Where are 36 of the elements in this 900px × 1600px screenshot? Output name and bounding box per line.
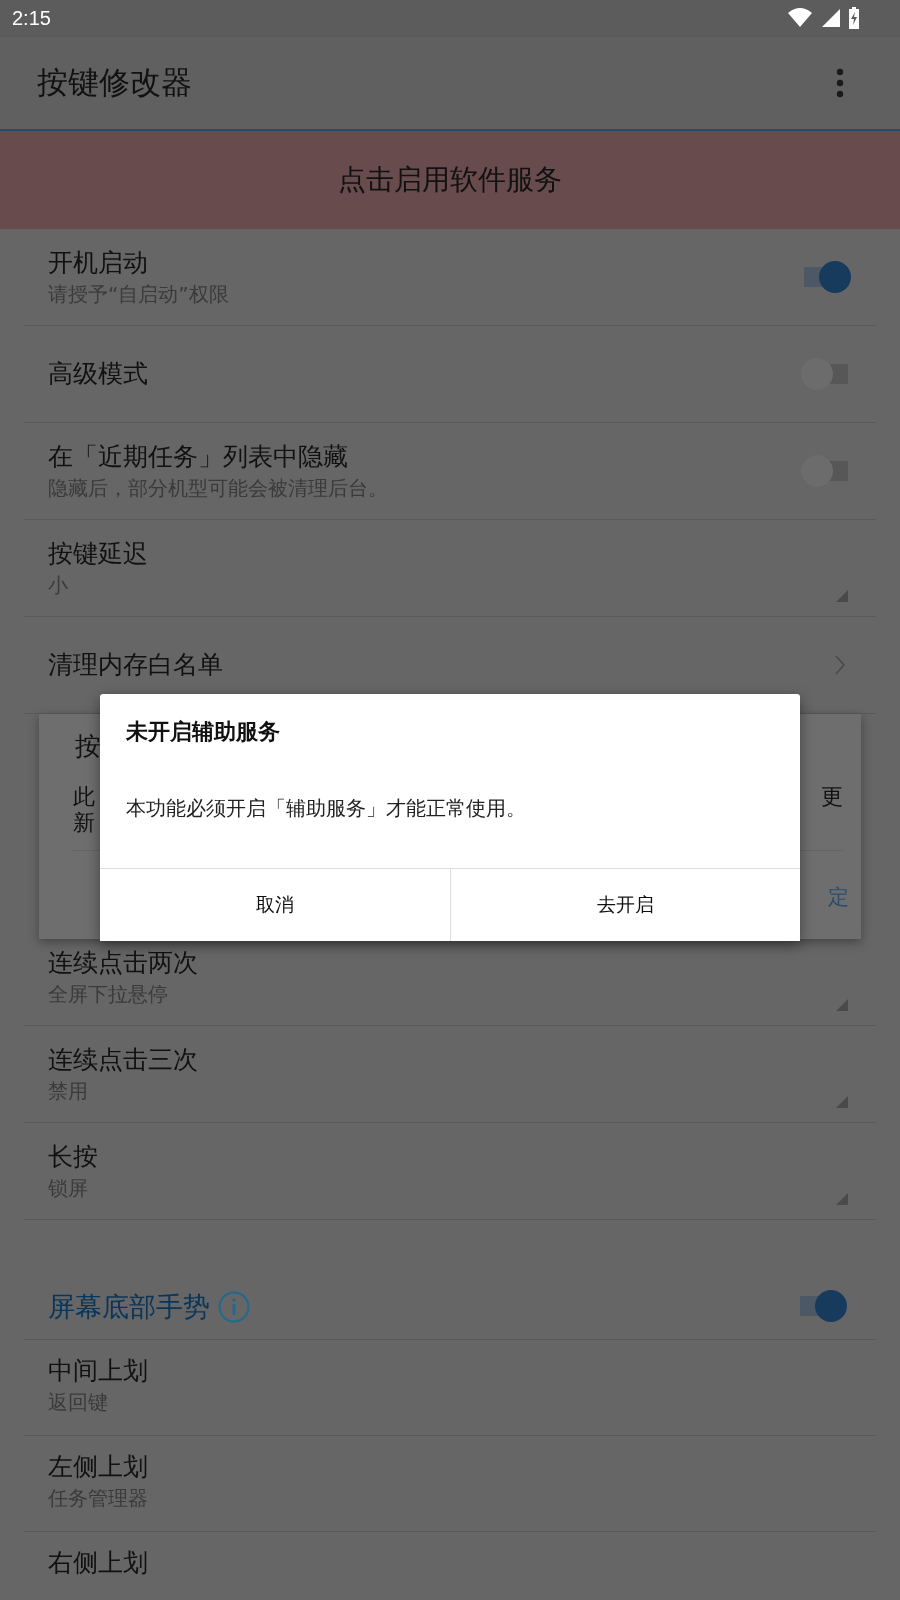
dialog-title: 未开启辅助服务 xyxy=(125,718,281,746)
setting-title: 右侧上划 xyxy=(48,1547,148,1579)
info-icon[interactable] xyxy=(218,1291,250,1323)
setting-title: 按键延迟 xyxy=(48,538,148,570)
setting-title: 清理内存白名单 xyxy=(48,649,223,681)
dropdown-corner-icon xyxy=(836,999,848,1011)
setting-title: 高级模式 xyxy=(48,358,148,390)
setting-title: 连续点击三次 xyxy=(48,1044,198,1076)
wifi-icon xyxy=(788,8,812,28)
setting-title: 连续点击两次 xyxy=(48,947,198,979)
dialog-text: 新 xyxy=(73,810,95,836)
dialog-button[interactable]: 取消 xyxy=(100,869,450,941)
setting-title: 长按 xyxy=(48,1141,98,1173)
dialog-text: 更 xyxy=(821,784,843,810)
battery-icon xyxy=(848,7,860,29)
status-time: 2:15 xyxy=(12,6,51,30)
section-title: 屏幕底部手势 xyxy=(48,1290,210,1324)
dialog-button[interactable]: 定 xyxy=(828,883,849,911)
dialog-message: 本功能必须开启「辅助服务」才能正常使用。 xyxy=(125,795,527,822)
signal-icon xyxy=(820,8,840,28)
setting-title: 左侧上划 xyxy=(48,1451,148,1483)
setting-row[interactable]: 高级模式 xyxy=(24,326,876,423)
dialog-title: 按 xyxy=(75,730,101,763)
app-title: 按键修改器 xyxy=(37,63,192,102)
chevron-right-icon xyxy=(834,654,846,676)
setting-title: 开机启动 xyxy=(48,247,148,279)
dropdown-corner-icon xyxy=(836,1096,848,1108)
service-banner[interactable]: 点击启用软件服务 xyxy=(0,131,900,229)
setting-title: 在「近期任务」列表中隐藏 xyxy=(48,441,348,473)
dropdown-corner-icon xyxy=(836,1193,848,1205)
setting-row[interactable]: 右侧上划 xyxy=(24,1532,876,1600)
setting-title: 中间上划 xyxy=(48,1355,148,1387)
dialog-text: 此 xyxy=(73,784,95,810)
more-menu-icon[interactable] xyxy=(836,68,844,98)
dropdown-corner-icon xyxy=(836,590,848,602)
dialog-button[interactable]: 去开启 xyxy=(449,869,800,941)
